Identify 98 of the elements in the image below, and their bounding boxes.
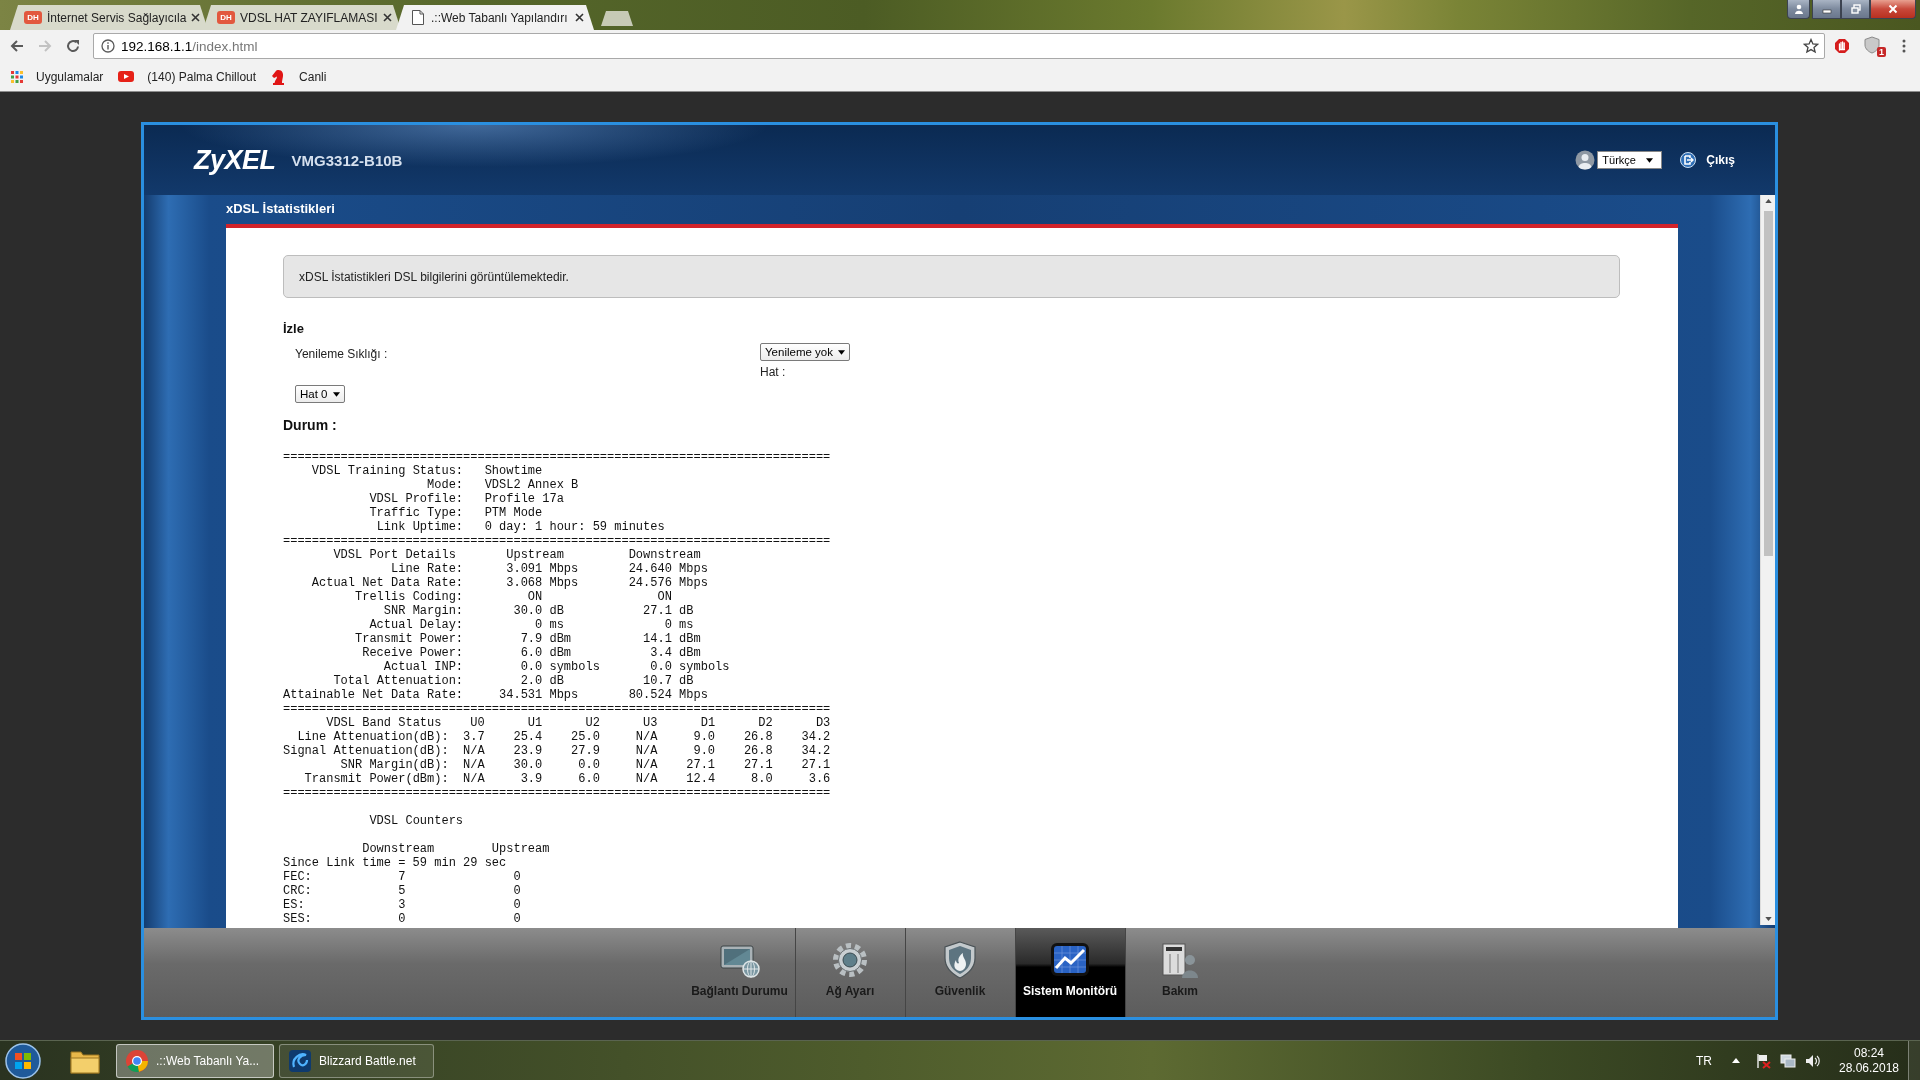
page-icon [412,10,424,25]
logout-link[interactable]: Çıkış [1680,152,1735,168]
status-line: VDSL Counters [369,814,464,828]
scrollbar-thumb[interactable] [1763,211,1773,556]
status-line: Attainable Net Data Rate: 34.531 Mbps 80.524 Mbps [283,688,708,702]
status-line: Transmit Power(dBm): N/A 3.9 6.0 N/A 12.4 8.0 3.6 [304,772,831,786]
close-icon[interactable] [575,13,584,22]
status-line: ============================================================================ [283,450,831,464]
arrow-down-icon[interactable] [1764,917,1772,921]
caret-icon [838,349,845,355]
status-line: Mode: VDSL2 Annex B [427,478,579,492]
close-icon[interactable] [191,13,201,22]
page-title: xDSL İstatistikleri [226,200,335,218]
round-logo-icon [125,1048,149,1073]
clock-time[interactable]: 08:24 [1854,1045,1884,1061]
reload-icon[interactable] [65,38,81,54]
status-line: Receive Power: 6.0 dBm 3.4 dBm [362,646,701,660]
brand-logo: ZyXEL [194,144,276,176]
status-line: Since Link time = 59 min 29 sec [283,856,507,870]
minimize-button[interactable] [1812,0,1841,19]
language-select[interactable]: Türkçe [1597,151,1663,169]
stop-hand-icon[interactable] [1834,38,1850,54]
status-line: ============================================================================ [283,534,831,548]
status-line: Link Uptime: 0 day: 1 hour: 59 minutes [376,520,665,534]
status-line: FEC: 7 0 [283,870,521,884]
status-line: VDSL Band Status U0 U1 U2 U3 D1 D2 D3 [326,716,831,730]
address-field[interactable]: 192.168.1.1/index.html [93,33,1825,59]
nav-tab[interactable]: Sistem Monitörü [1014,928,1125,1017]
field-label: Yenileme Sıklığı : [295,347,388,361]
tray-expand-icon[interactable] [1732,1058,1740,1063]
play-icon [118,71,135,82]
refresh-select[interactable]: Yenileme yok [760,343,850,361]
status-line: Downstream Upstream [362,842,550,856]
field-label: Hat : [760,365,786,379]
show-desktop-button[interactable] [1908,1040,1920,1080]
section-heading: İzle [283,321,304,337]
info-icon[interactable] [101,39,115,53]
new-tab-button[interactable] [601,11,633,26]
menu-icon[interactable] [1902,39,1906,53]
status-line: Actual INP: 0.0 symbols 0.0 symbols [383,660,730,674]
chess-knight-icon [271,68,287,85]
close-icon[interactable] [382,13,392,22]
browser-tab[interactable]: DH İnternet Servis Sağlayıcıla [10,5,208,30]
line-select[interactable]: Hat 0 [295,385,345,403]
status-line: Total Attenuation: 2.0 dB 10.7 dB [333,674,694,688]
flag-icon[interactable] [1755,1052,1771,1069]
section-heading: Durum : [283,417,337,434]
status-line: Traffic Type: PTM Mode [369,506,543,520]
back-icon[interactable] [9,38,25,54]
status-line: ============================================================================ [283,702,831,716]
language-indicator[interactable]: TR [1696,1053,1712,1068]
status-line: Line Rate: 3.091 Mbps 24.640 Mbps [391,562,708,576]
status-line: VDSL Port Details Upstream Downstream [333,548,701,562]
caret-icon [1645,157,1653,163]
count-badge: 1 [1877,47,1886,57]
status-line: SNR Margin: 30.0 dB 27.1 dB [383,604,694,618]
status-line: Line Attenuation(dB): 3.7 25.4 25.0 N/A 9.0 26.8 34.2 [297,730,831,744]
info-banner: xDSL İstatistikleri DSL bilgilerini görüntülemektedir. [283,255,1620,298]
apps-grid-icon [11,70,23,83]
swirl-logo-icon [288,1048,312,1073]
bookmark-link[interactable]: Canli [271,68,327,85]
close-button[interactable] [1870,0,1916,19]
arrow-up-icon[interactable] [1764,199,1772,203]
status-line: VDSL Profile: Profile 17a [369,492,564,506]
status-line: Trellis Coding: ON ON [355,590,672,604]
shield-icon[interactable] [1864,36,1880,54]
site-logo: DH [24,11,42,24]
restore-button[interactable] [1841,0,1870,19]
site-logo: DH [217,11,235,24]
restore-icon [1850,4,1861,14]
model-name: VMG3312-B10B [291,151,403,169]
browser-tab[interactable]: DH VDSL HAT ZAYIFLAMASI [203,5,401,30]
taskbar-button[interactable]: Blizzard Battle.net [279,1043,434,1078]
status-line: SNR Margin(dB): N/A 30.0 0.0 N/A 27.1 27.1 27.1 [340,758,831,772]
bookmark-link[interactable]: (140) Palma Chillout [118,69,257,84]
start-icon[interactable] [5,1042,41,1079]
status-line: ES: 3 0 [283,898,521,912]
caret-icon [332,391,340,397]
network-icon[interactable] [1780,1052,1796,1069]
status-line: ============================================================================ [283,786,831,800]
profile-button[interactable] [1787,0,1810,19]
status-line: Transmit Power: 7.9 dBm 14.1 dBm [355,632,701,646]
status-line: VDSL Training Status: Showtime [311,464,543,478]
close-icon [1888,4,1898,14]
clock-date[interactable]: 28.06.2018 [1838,1060,1900,1076]
status-line: CRC: 5 0 [283,884,521,898]
status-line: Signal Attenuation(dB): N/A 23.9 27.9 N/A 9.0 26.8 34.2 [283,744,831,758]
bookmark-link[interactable]: Uygulamalar [11,69,104,84]
user-icon [1575,150,1596,170]
person-icon [1793,4,1804,14]
taskbar-button[interactable]: .::Web Tabanlı Ya... [116,1043,274,1078]
browser-tab[interactable]: .::Web Tabanlı Yapılandırı [396,5,594,30]
status-line: Actual Net Data Rate: 3.068 Mbps 24.576 Mbps [311,576,708,590]
status-line: SES: 0 0 [283,912,521,926]
exit-icon [1680,152,1697,168]
status-line: Actual Delay: 0 ms 0 ms [369,618,694,632]
star-icon[interactable] [1803,38,1819,54]
chart-icon [1048,941,1092,979]
